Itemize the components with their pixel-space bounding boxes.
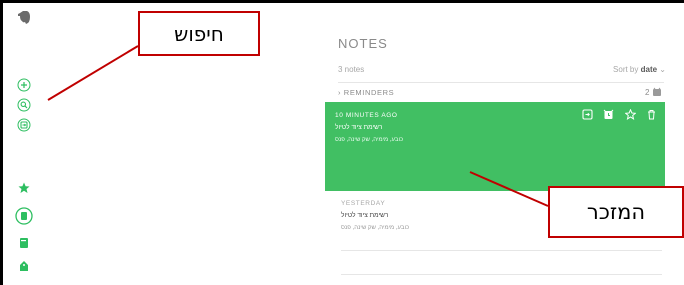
note-snippet: כובע, מימיה, שק שינה, פנס [335,137,404,143]
note-time: YESTERDAY [341,200,386,207]
note-actions [581,108,659,123]
sort-by-dropdown[interactable]: Sort by date ⌄ [613,65,666,74]
note-callout: המזכר [548,186,684,238]
notes-heading: NOTES [338,36,388,51]
note-title: רשימת ציוד לטיול [335,124,383,131]
note-snippet: כובע, מימיה, שק שינה, פנס [341,225,410,231]
reminders-label: REMINDERS [343,88,395,97]
note-time: 10 MINUTES AGO [335,112,398,119]
reminders-count: 2 [644,88,650,97]
sort-by-label: Sort by [613,65,639,74]
shortcuts-star-icon[interactable] [16,180,32,196]
share-icon[interactable] [581,109,593,121]
evernote-logo-icon[interactable] [16,10,32,26]
chevron-right-icon: › [338,88,342,97]
new-note-plus-icon[interactable] [16,77,32,93]
sidebar [3,3,48,285]
reminders-row[interactable]: › REMINDERS 2 [338,87,662,101]
search-icon[interactable] [16,97,32,113]
notes-count-row: 3 notes Sort by date ⌄ [338,65,666,79]
divider [341,250,662,251]
note-card-selected[interactable]: 10 MINUTES AGO רשימת ציוד לטיול כובע, מי… [325,102,665,191]
sort-by-value: date [640,65,658,74]
search-callout: חיפוש [138,11,260,56]
reminder-clock-icon[interactable] [602,109,614,121]
tags-icon[interactable] [16,258,32,274]
note-title: רשימת ציוד לטיול [341,212,389,219]
divider [341,274,662,275]
delete-trash-icon[interactable] [645,109,657,121]
notes-icon[interactable] [15,207,33,225]
chevron-down-icon: ⌄ [659,65,666,74]
notebooks-icon[interactable] [16,235,32,251]
divider [338,82,664,83]
note-card[interactable]: YESTERDAY רשימת ציוד לטיול כובע, מימיה, … [341,200,541,240]
alarm-clock-icon [652,87,662,97]
favorite-star-icon[interactable] [623,108,637,121]
work-chat-icon[interactable] [16,117,32,133]
note-count: 3 notes [338,65,365,74]
